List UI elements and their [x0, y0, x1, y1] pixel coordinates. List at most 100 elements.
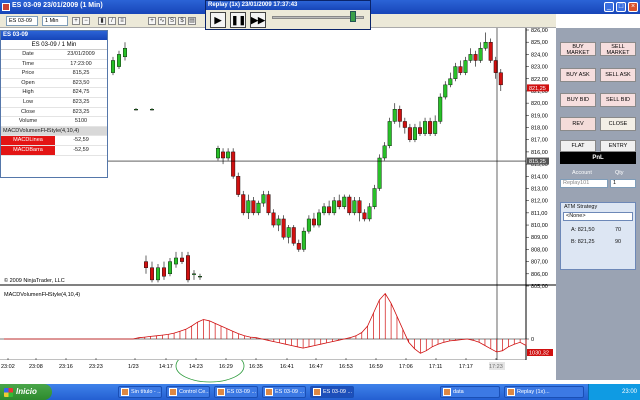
ask-size: 70 [615, 227, 622, 233]
candle-body [357, 200, 362, 214]
bid-size: 90 [615, 239, 622, 245]
candle-body [286, 227, 291, 238]
candle-body [438, 96, 443, 122]
taskbar-item[interactable]: Control Ce... [166, 386, 210, 398]
price-tick-label: 817,00 [531, 138, 548, 144]
price-tick-label: 811,00 [531, 211, 547, 217]
time-tick-label: 16:47 [309, 364, 323, 370]
price-tick-label: 826,00 [531, 28, 548, 34]
crosshair-time-highlight [489, 362, 505, 370]
data-row-indicator: MACDVolumenFHStyle(4,10,4) [1, 126, 107, 137]
time-tick-label: 16:29 [219, 364, 233, 370]
start-button[interactable]: Inicio [0, 384, 52, 400]
candle-body [428, 121, 433, 134]
time-tick-label: 23:08 [29, 364, 43, 370]
data-box-title[interactable]: ES 03-09 [1, 31, 107, 40]
candle-body [377, 157, 382, 189]
price-tick-label: 823,00 [531, 65, 548, 71]
candle-body [412, 127, 417, 140]
buy-ask-button[interactable]: BUY ASK [560, 68, 596, 82]
account-label: Account [572, 170, 592, 176]
play-button[interactable]: ▶ [210, 12, 226, 28]
taskbar-item[interactable]: Replay (1x)... [504, 386, 584, 398]
replay-slider-thumb[interactable] [350, 11, 356, 22]
taskbar-item[interactable]: ES 03-09 ... [214, 386, 258, 398]
candle-body [179, 257, 184, 262]
sell-market-button[interactable]: SELL MARKET [600, 42, 636, 56]
taskbar-item[interactable]: Sin título - ... [118, 386, 162, 398]
taskbar-item[interactable]: data [440, 386, 500, 398]
indicator-icon[interactable]: ∿ [158, 17, 166, 25]
data-row-high: High 824,75 [1, 88, 107, 98]
candle-body [122, 48, 127, 58]
zoom-in-icon[interactable]: + [72, 17, 80, 25]
account-select[interactable]: Replay101 [560, 179, 608, 188]
flat-button[interactable]: FLAT [560, 140, 596, 152]
candle-body [167, 261, 172, 275]
candle-body [251, 200, 256, 214]
candle-body [498, 72, 503, 86]
candle-body [276, 218, 281, 226]
data-row-low: Low 823,25 [1, 98, 107, 108]
candle-body [306, 218, 311, 232]
close-button[interactable]: × [628, 2, 638, 12]
pause-button[interactable]: ❚❚ [230, 12, 246, 28]
qty-input[interactable]: 1 [610, 179, 636, 188]
strategy-icon[interactable]: S [168, 17, 176, 25]
minimize-button[interactable]: _ [604, 2, 614, 12]
candle-body [342, 196, 347, 207]
candle-body [149, 267, 154, 281]
screen: ES 03-09 23/01/2009 (1 Min) _ □ × ES 03-… [0, 0, 640, 400]
maximize-button[interactable]: □ [616, 2, 626, 12]
price-tick-label: 818,00 [531, 126, 548, 132]
time-tick-label: 17:17 [459, 364, 473, 370]
data-box-icon[interactable]: ▤ [188, 17, 196, 25]
entry-button[interactable]: ENTRY [600, 140, 636, 152]
candle-body [173, 257, 178, 265]
crosshair-price-tag-label: 815,25 [529, 159, 546, 165]
instrument-select[interactable]: ES 03-09 [6, 16, 38, 26]
time-tick-label: 16:53 [339, 364, 353, 370]
bar-type-icon[interactable]: ▮ [98, 17, 106, 25]
price-tick-label: 824,00 [531, 52, 548, 58]
fast-forward-button[interactable]: ▶▶ [250, 12, 266, 28]
properties-icon[interactable]: ≡ [118, 17, 126, 25]
price-tick-label: 809,00 [531, 235, 548, 241]
interval-select[interactable]: 1 Min [42, 16, 68, 26]
buy-market-button[interactable]: BUY MARKET [560, 42, 596, 56]
reverse-button[interactable]: REV [560, 117, 596, 131]
atm-strategy-select[interactable]: <None> [563, 212, 633, 221]
candle-body [372, 188, 377, 207]
price-tick-label: 814,00 [531, 174, 548, 180]
candle-body [453, 66, 458, 79]
time-tick-label: 23:16 [59, 364, 73, 370]
app-icon [265, 388, 273, 396]
replay-title[interactable]: Replay (1x) 23/01/2009 17:37:43 [206, 1, 370, 10]
candle-body [261, 194, 266, 204]
candle-body [387, 121, 392, 147]
candle-body [246, 200, 251, 214]
price-tick-label: 808,00 [531, 247, 548, 253]
app-icon [121, 388, 129, 396]
candle-body [155, 267, 160, 281]
time-tick-label: 16:59 [369, 364, 383, 370]
candle-body [133, 109, 138, 111]
candle-body [322, 206, 327, 214]
crosshair-icon[interactable]: + [148, 17, 156, 25]
candle-body [231, 151, 236, 177]
price-tick-label: 807,00 [531, 260, 548, 266]
sell-ask-button[interactable]: SELL ASK [600, 68, 636, 82]
close-position-button[interactable]: CLOSE [600, 117, 636, 131]
taskbar-item[interactable]: ES 03-09 ... [262, 386, 306, 398]
candle-body [367, 206, 372, 220]
taskbar-item[interactable]: ES 03-09 ... [310, 386, 354, 398]
candle-body [478, 48, 483, 61]
zoom-out-icon[interactable]: − [82, 17, 90, 25]
chart-trader-icon[interactable]: $ [178, 17, 186, 25]
price-tick-label: 816,00 [531, 150, 548, 156]
price-tick-label: 806,00 [531, 272, 548, 278]
sell-bid-button[interactable]: SELL BID [600, 93, 636, 107]
time-tick-label: 23:02 [1, 364, 15, 370]
draw-line-icon[interactable]: / [108, 17, 116, 25]
buy-bid-button[interactable]: BUY BID [560, 93, 596, 107]
